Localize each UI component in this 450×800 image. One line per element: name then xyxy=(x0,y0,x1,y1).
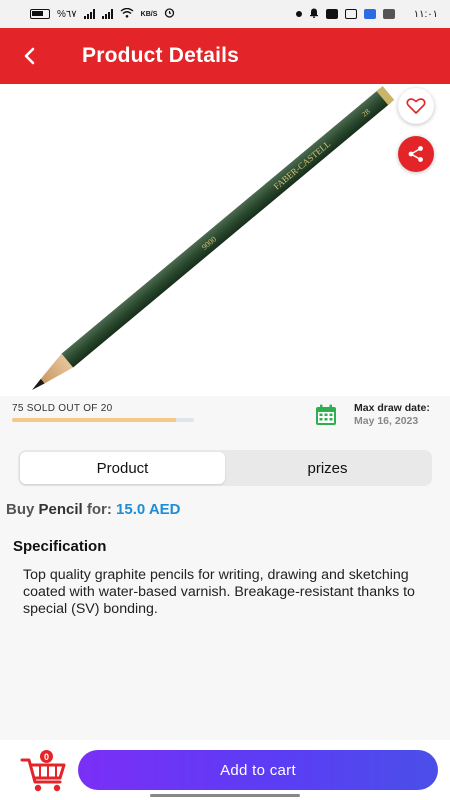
youtube-icon xyxy=(325,9,338,19)
cart-count-badge: 0 xyxy=(40,750,53,763)
sold-progress-bar xyxy=(12,418,194,422)
home-indicator[interactable] xyxy=(150,794,300,797)
product-image: 9000 FABER-CASTELL 2B xyxy=(32,86,395,390)
product-price: 15.0 AED xyxy=(116,501,181,518)
buy-middle: for: xyxy=(82,501,117,518)
buy-line: Buy Pencil for: 15.0 AED xyxy=(6,501,181,518)
draw-date-label: Max draw date: xyxy=(354,402,430,414)
messenger-icon xyxy=(363,9,376,19)
calendar-icon xyxy=(316,404,336,425)
pencil-print-brand: FABER-CASTELL xyxy=(272,139,333,192)
status-left: %٦٧ KB/S xyxy=(30,7,175,21)
buy-product-name: Pencil xyxy=(38,501,83,518)
heart-outline-icon xyxy=(406,98,426,114)
specification-title: Specification xyxy=(13,538,107,555)
draw-date-value: May 16, 2023 xyxy=(354,415,419,427)
alarm-icon xyxy=(164,7,175,21)
share-button[interactable] xyxy=(398,136,434,172)
signal-icon xyxy=(83,9,95,19)
app-notification-icon xyxy=(344,9,357,19)
tab-bar: Product prizes xyxy=(18,450,432,486)
battery-level: %٦٧ xyxy=(57,8,77,20)
favorite-button[interactable] xyxy=(398,88,434,124)
clock-time: ١١:٠١ xyxy=(413,8,438,20)
battery-icon xyxy=(30,9,50,19)
buy-prefix: Buy xyxy=(6,501,39,518)
status-bar: %٦٧ KB/S ١١:٠١ xyxy=(0,0,450,28)
product-image-area: 9000 FABER-CASTELL 2B xyxy=(0,84,450,396)
back-button[interactable] xyxy=(0,28,60,84)
app-bar: Product Details xyxy=(0,28,450,84)
bell-icon xyxy=(309,7,319,21)
app-icon xyxy=(382,9,395,19)
specification-body: Top quality graphite pencils for writing… xyxy=(23,567,415,617)
network-speed: KB/S xyxy=(140,10,158,18)
sold-progress-fill xyxy=(12,418,176,422)
wifi-icon xyxy=(120,7,134,21)
status-right: ١١:٠١ xyxy=(295,7,438,21)
tab-product[interactable]: Product xyxy=(20,452,225,484)
signal-icon-2 xyxy=(101,9,113,19)
add-to-cart-button[interactable]: Add to cart xyxy=(78,750,438,790)
arrow-back-icon xyxy=(24,47,35,65)
share-icon xyxy=(408,146,423,162)
notification-dot-icon xyxy=(295,11,302,17)
tab-prizes[interactable]: prizes xyxy=(225,452,430,484)
page-title: Product Details xyxy=(82,44,240,67)
sold-progress-text: 75 SOLD OUT OF 20 xyxy=(12,403,113,414)
